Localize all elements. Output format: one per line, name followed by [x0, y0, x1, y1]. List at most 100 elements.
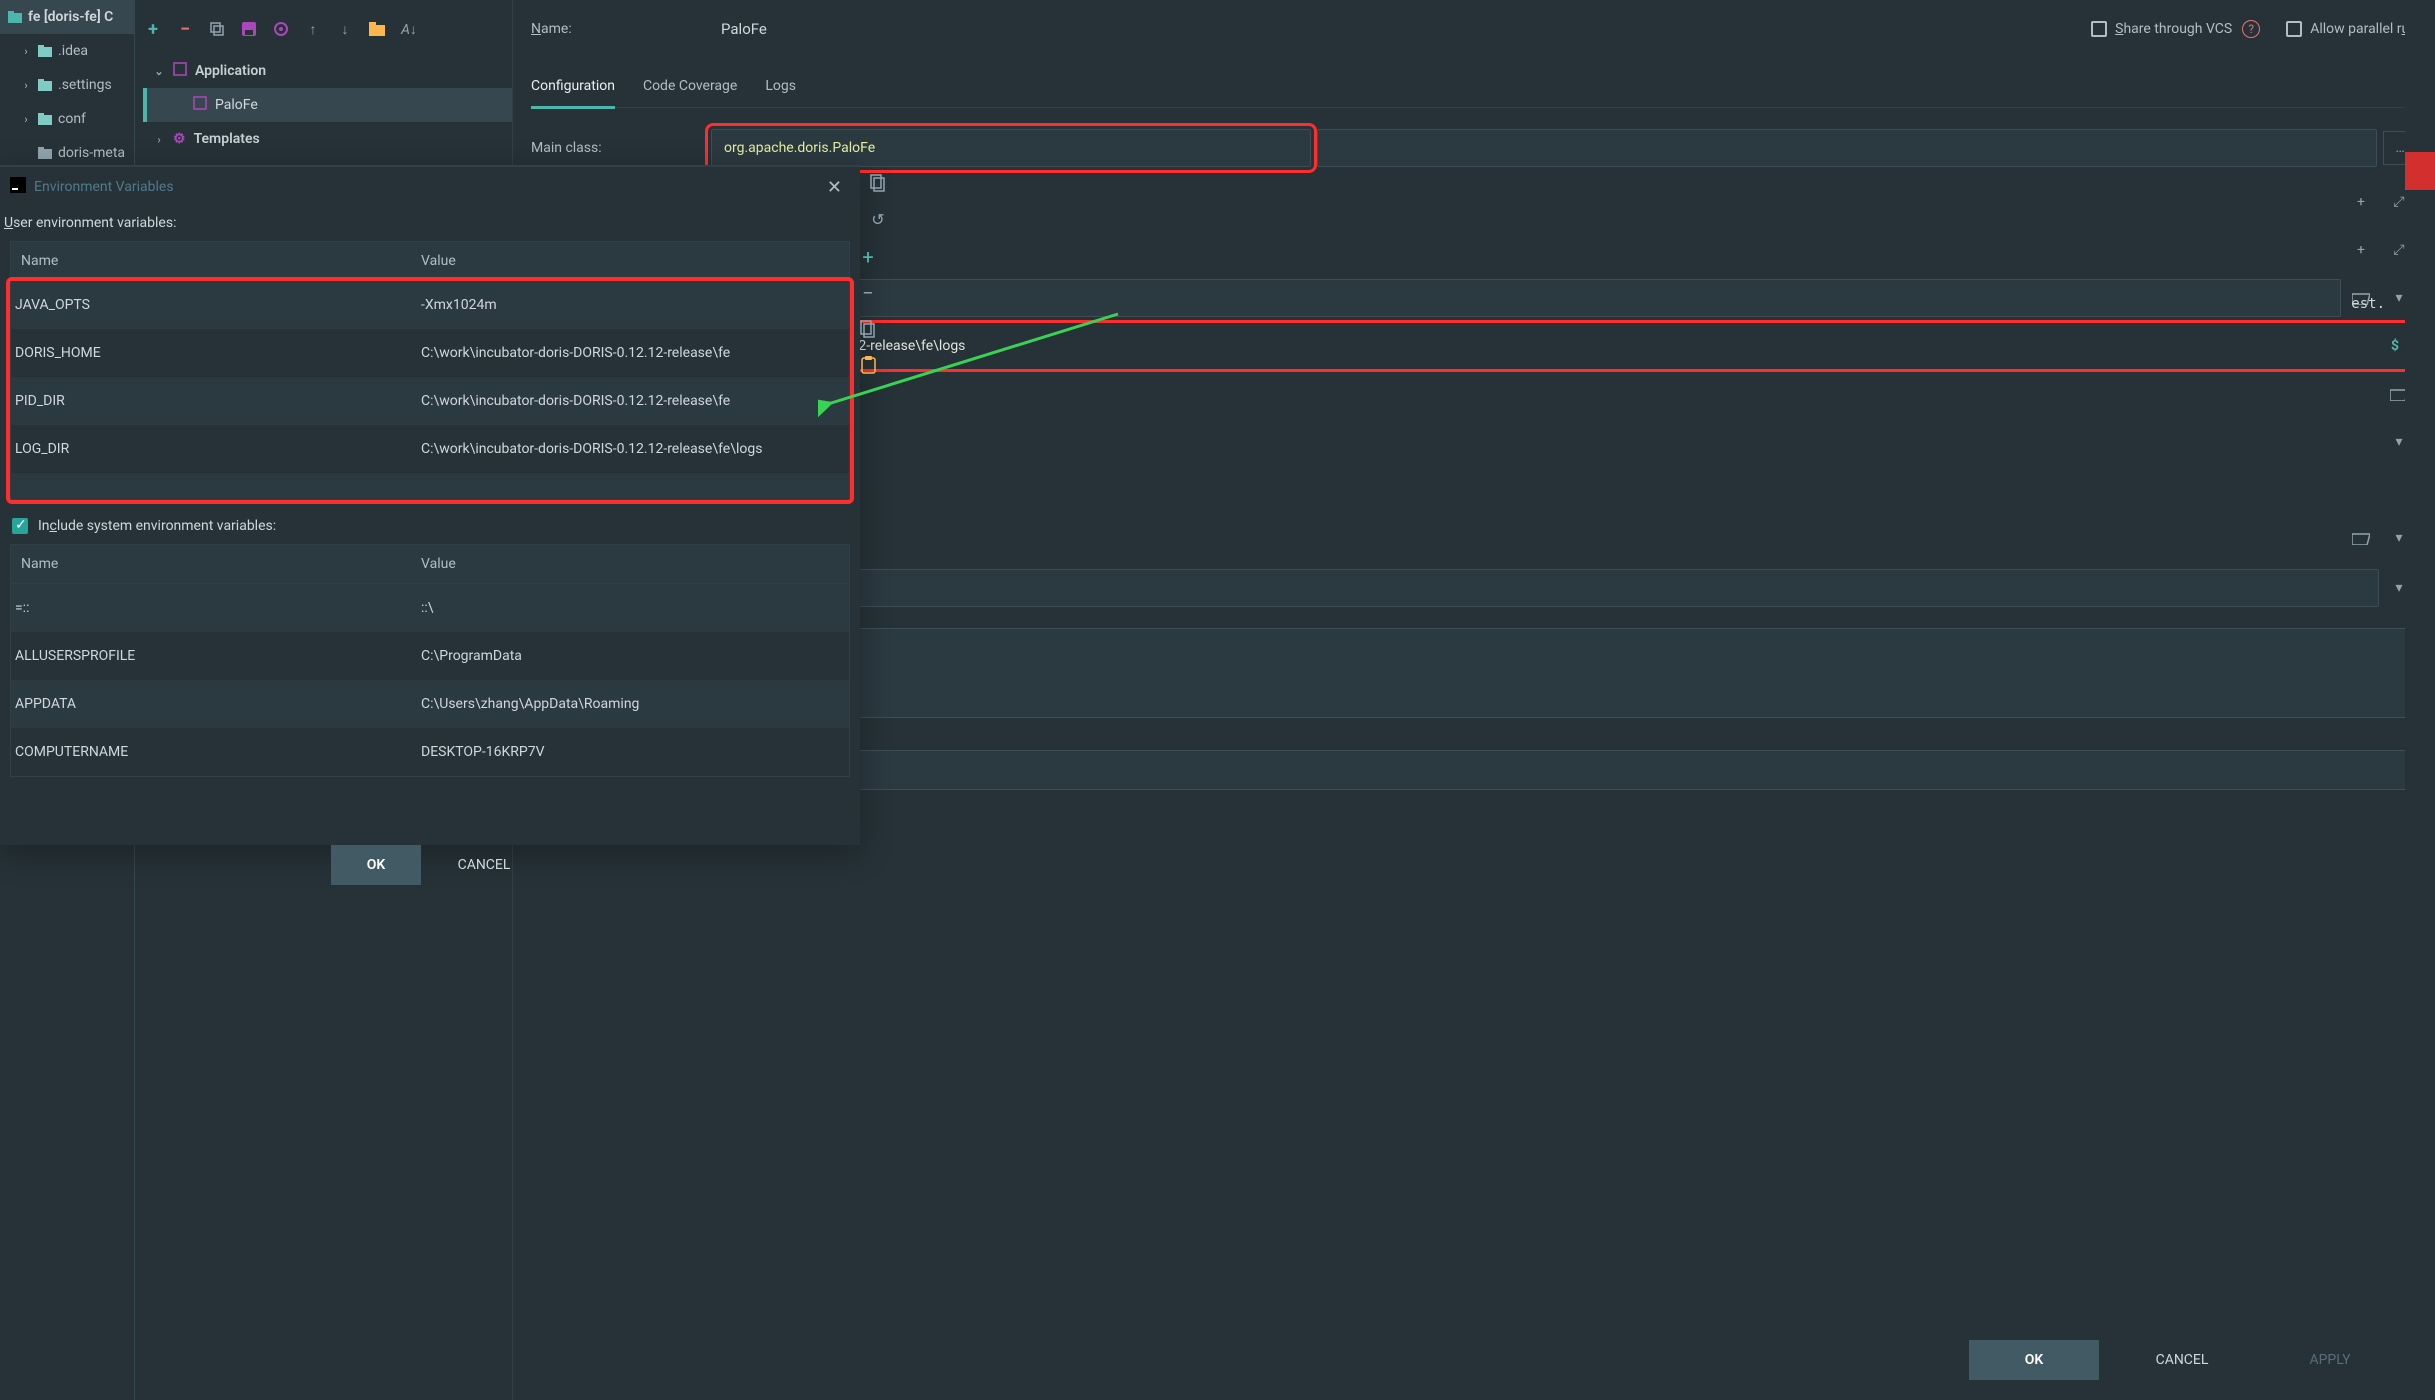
share-through-vcs-checkbox[interactable]: Share through VCS [2091, 21, 2232, 37]
tab-logs[interactable]: Logs [765, 68, 796, 107]
env-value-cell[interactable]: C:\work\incubator-doris-DORIS-0.12.12-re… [411, 441, 849, 457]
table-row[interactable]: DORIS_HOMEC:\work\incubator-doris-DORIS-… [11, 329, 849, 377]
env-dialog-header: Environment Variables ✕ [0, 167, 860, 207]
application-node[interactable]: ⌄ Application [143, 54, 512, 88]
env-name-cell[interactable]: LOG_DIR [11, 441, 411, 457]
env-cancel-button[interactable]: CANCEL [439, 845, 529, 885]
env-ok-button[interactable]: OK [331, 845, 421, 885]
run-config-toolbar: + − ↑ ↓ A↓ [135, 4, 512, 54]
edit-templates-icon[interactable] [271, 19, 291, 39]
run-config-palofe[interactable]: PaloFe [143, 88, 512, 122]
column-value[interactable]: Value [411, 556, 849, 572]
add-icon[interactable]: + [2349, 190, 2373, 214]
run-config-leaf-label: PaloFe [215, 97, 258, 113]
revert-icon[interactable]: ↺ [866, 207, 890, 231]
module-icon [8, 11, 22, 23]
table-row: APPDATAC:\Users\zhang\AppData\Roaming [11, 680, 849, 728]
tree-item-label: doris-meta [58, 145, 125, 161]
column-value[interactable]: Value [411, 253, 849, 269]
table-row[interactable]: JAVA_OPTS-Xmx1024m [11, 281, 849, 329]
table-row: ALLUSERSPROFILEC:\ProgramData [11, 632, 849, 680]
include-system-label: Include system environment variables: [38, 518, 276, 534]
intellij-icon [10, 177, 26, 197]
move-up-button[interactable]: ↑ [303, 19, 323, 39]
env-name-cell[interactable]: DORIS_HOME [11, 345, 411, 361]
env-value-cell[interactable]: -Xmx1024m [411, 297, 849, 313]
column-name[interactable]: Name [11, 556, 411, 572]
table-row[interactable]: LOG_DIRC:\work\incubator-doris-DORIS-0.1… [11, 425, 849, 473]
tree-item-settings[interactable]: ›.settings [0, 68, 134, 102]
chevron-down-icon: ⌄ [153, 65, 165, 78]
main-class-input[interactable]: org.apache.doris.PaloFe [711, 129, 1311, 167]
config-tabs: Configuration Code Coverage Logs [531, 68, 2417, 108]
chevron-right-icon: › [20, 79, 32, 92]
folder-button[interactable] [367, 19, 387, 39]
close-icon[interactable]: ✕ [819, 173, 850, 202]
env-name-cell[interactable]: JAVA_OPTS [11, 297, 411, 313]
sys-env-value-cell: C:\ProgramData [411, 648, 849, 664]
sys-env-value-cell: ::\ [411, 600, 849, 616]
move-down-button[interactable]: ↓ [335, 19, 355, 39]
copy-config-button[interactable] [207, 19, 227, 39]
project-root-label: fe [doris-fe] C [28, 9, 113, 25]
env-dialog-footer: OK CANCEL [331, 845, 529, 885]
paste-icon[interactable] [856, 353, 880, 377]
templates-node[interactable]: › ⚙ Templates [143, 122, 512, 156]
environment-variables-dialog: Environment Variables ✕ User environment… [0, 165, 860, 845]
copy-icon[interactable] [866, 171, 890, 195]
cancel-button[interactable]: CANCEL [2117, 1340, 2247, 1380]
name-label: Name: [531, 21, 721, 37]
sys-env-value-cell: DESKTOP-16KRP7V [411, 744, 849, 760]
checkbox-icon [2286, 21, 2302, 37]
folder-open-icon[interactable] [2349, 526, 2373, 550]
folder-icon [38, 79, 52, 91]
sys-env-table[interactable]: =::::\ALLUSERSPROFILEC:\ProgramDataAPPDA… [10, 584, 850, 777]
main-class-input-extra[interactable] [1317, 129, 2377, 167]
env-name-cell[interactable]: PID_DIR [11, 393, 411, 409]
remove-config-button[interactable]: − [175, 19, 195, 39]
dollar-icon[interactable]: $ [2383, 334, 2407, 358]
help-icon[interactable]: ? [2242, 20, 2260, 38]
table-row: =::::\ [11, 584, 849, 632]
sys-env-value-cell: C:\Users\zhang\AppData\Roaming [411, 696, 849, 712]
include-system-checkbox[interactable] [12, 518, 28, 534]
tab-configuration[interactable]: Configuration [531, 68, 615, 109]
add-env-var-button[interactable]: + [856, 245, 880, 269]
folder-icon [38, 113, 52, 125]
apply-button[interactable]: APPLY [2265, 1340, 2395, 1380]
project-root-row[interactable]: fe [doris-fe] C [0, 0, 134, 34]
folder-icon [38, 45, 52, 57]
user-env-table[interactable]: JAVA_OPTS-Xmx1024mDORIS_HOMEC:\work\incu… [10, 281, 850, 500]
column-name[interactable]: Name [11, 253, 411, 269]
ok-button[interactable]: OK [1969, 1340, 2099, 1380]
save-config-button[interactable] [239, 19, 259, 39]
checkbox-icon [2091, 21, 2107, 37]
add-icon[interactable]: + [2349, 238, 2373, 262]
env-value-cell[interactable]: C:\work\incubator-doris-DORIS-0.12.12-re… [411, 345, 849, 361]
table-row: COMPUTERNAMEDESKTOP-16KRP7V [11, 728, 849, 776]
editor-truncated-text: est. [2351, 296, 2385, 312]
run-config-leaf-icon [193, 96, 207, 114]
remove-env-var-button[interactable]: − [856, 281, 880, 305]
tree-item-label: conf [58, 111, 86, 127]
env-value-cell[interactable]: C:\work\incubator-doris-DORIS-0.12.12-re… [411, 393, 849, 409]
sort-button[interactable]: A↓ [399, 19, 419, 39]
sys-env-name-cell: APPDATA [11, 696, 411, 712]
tree-item-conf[interactable]: ›conf [0, 102, 134, 136]
allow-parallel-checkbox[interactable]: Allow parallel run [2286, 21, 2417, 37]
application-label: Application [195, 63, 266, 79]
sys-env-table-actions: ↺ [866, 167, 894, 231]
error-marker[interactable] [2405, 152, 2435, 190]
copy-icon[interactable] [856, 317, 880, 341]
folder-icon [38, 147, 52, 159]
sys-env-table-header: Name Value [10, 544, 850, 584]
config-name-input[interactable] [721, 14, 1021, 44]
add-config-button[interactable]: + [143, 19, 163, 39]
table-row[interactable]: PID_DIRC:\work\incubator-doris-DORIS-0.1… [11, 377, 849, 425]
chevron-right-icon: › [153, 133, 165, 146]
editor-gutter-overview [2405, 0, 2435, 1400]
user-env-table-header: Name Value [10, 241, 850, 281]
tab-code-coverage[interactable]: Code Coverage [643, 68, 737, 107]
user-env-table-actions: + − [856, 241, 884, 377]
tree-item-idea[interactable]: ›.idea [0, 34, 134, 68]
